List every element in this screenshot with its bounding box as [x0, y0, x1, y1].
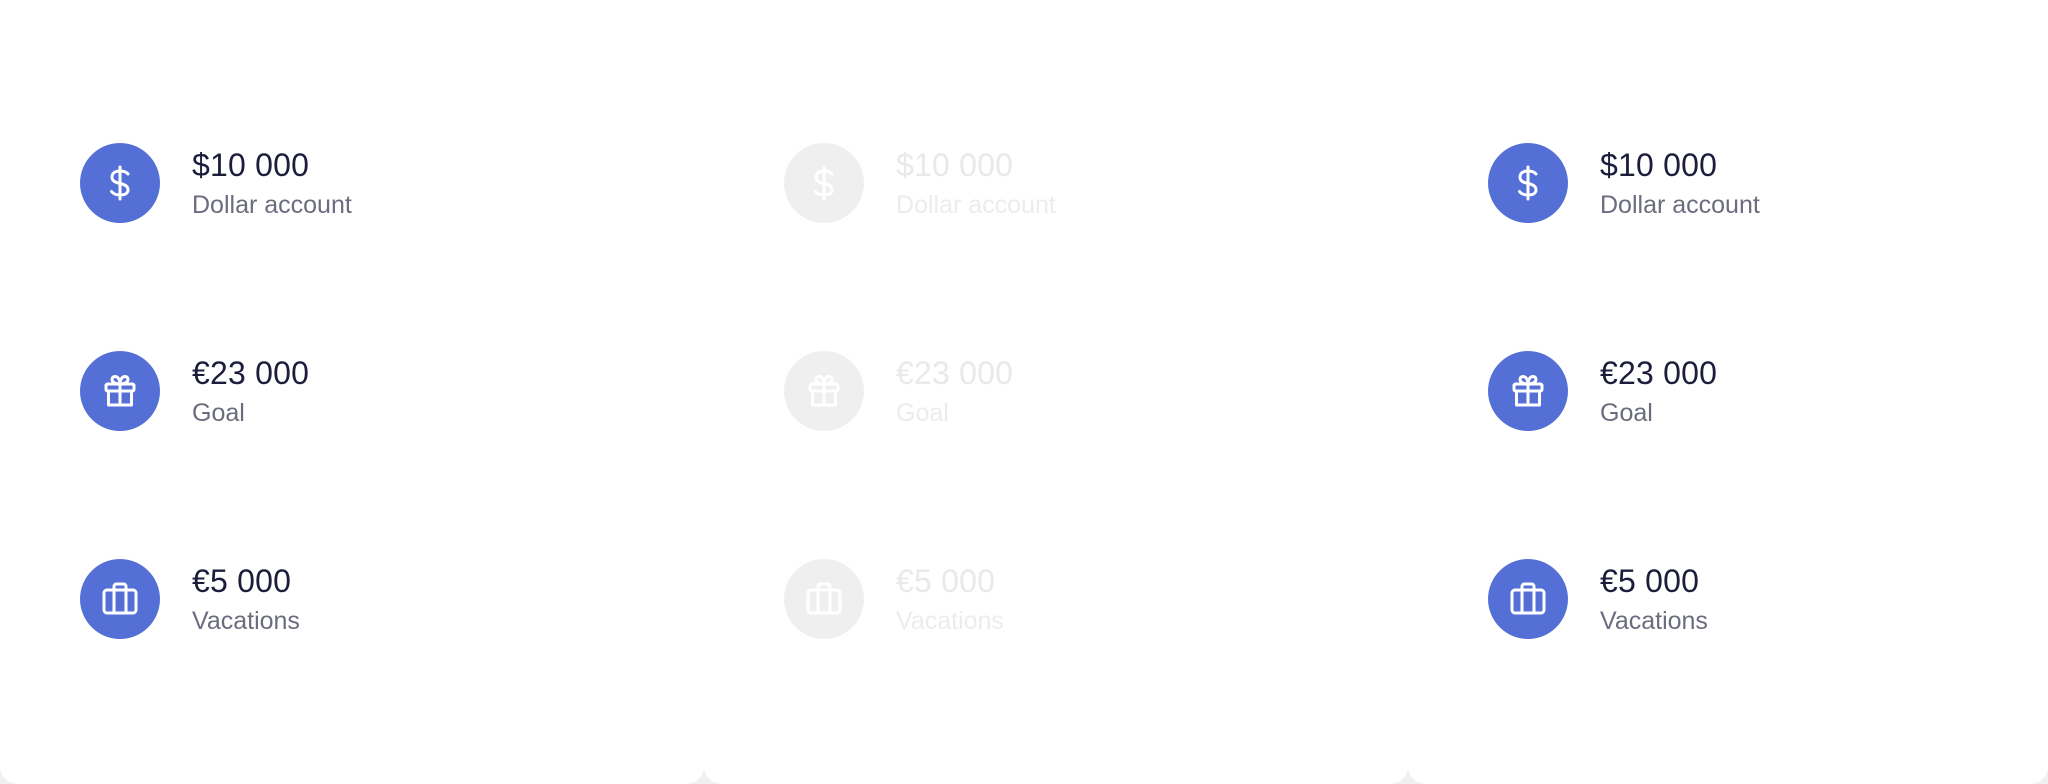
account-label: Vacations: [1600, 607, 1708, 635]
gift-icon-circle: [784, 351, 864, 431]
dollar-icon: [814, 165, 834, 201]
dollar-icon-circle: [784, 143, 864, 223]
account-amount: €23 000: [192, 355, 310, 391]
account-label: Vacations: [896, 607, 1004, 635]
account-item-dollar[interactable]: $10 000 Dollar account: [80, 143, 352, 223]
gift-icon: [1512, 375, 1544, 407]
account-amount: €23 000: [896, 355, 1014, 391]
dollar-icon-circle: [80, 143, 160, 223]
account-label: Vacations: [192, 607, 300, 635]
account-amount: €5 000: [896, 563, 996, 599]
account-item-goal[interactable]: €23 000 Goal: [1488, 351, 1717, 431]
gift-icon: [808, 375, 840, 407]
gift-icon-circle: [80, 351, 160, 431]
dollar-icon: [110, 165, 130, 201]
briefcase-icon-circle: [80, 559, 160, 639]
briefcase-icon-circle: [1488, 559, 1568, 639]
account-item-vacations[interactable]: €5 000 Vacations: [80, 559, 300, 639]
account-card-default: $10 000 Dollar account €23 000 Goal €5 0…: [1408, 0, 2048, 784]
account-label: Goal: [1600, 399, 1653, 427]
account-item-dollar[interactable]: $10 000 Dollar account: [1488, 143, 1760, 223]
account-card-disabled: $10 000 Dollar account €23 000 Goal €5 0…: [704, 0, 1408, 784]
briefcase-icon: [806, 582, 842, 615]
account-amount: $10 000: [192, 147, 310, 183]
gift-icon-circle: [1488, 351, 1568, 431]
account-amount: €5 000: [1600, 563, 1700, 599]
briefcase-icon: [1510, 582, 1546, 615]
account-item-goal: €23 000 Goal: [784, 351, 1013, 431]
gift-icon: [104, 375, 136, 407]
account-label: Dollar account: [192, 191, 352, 219]
account-item-goal[interactable]: €23 000 Goal: [80, 351, 309, 431]
dollar-icon: [1518, 165, 1538, 201]
account-item-vacations: €5 000 Vacations: [784, 559, 1004, 639]
account-amount: $10 000: [1600, 147, 1718, 183]
account-label: Dollar account: [896, 191, 1056, 219]
briefcase-icon-circle: [784, 559, 864, 639]
account-list-states: $10 000 Dollar account €23 000 Goal €5 0…: [0, 0, 2048, 784]
briefcase-icon: [102, 582, 138, 615]
account-amount: €5 000: [192, 563, 292, 599]
account-label: Dollar account: [1600, 191, 1760, 219]
account-label: Goal: [896, 399, 949, 427]
account-amount: $10 000: [896, 147, 1014, 183]
account-label: Goal: [192, 399, 245, 427]
account-amount: €23 000: [1600, 355, 1718, 391]
account-card-default: $10 000 Dollar account €23 000 Goal €5 0…: [0, 0, 704, 784]
account-item-dollar: $10 000 Dollar account: [784, 143, 1056, 223]
dollar-icon-circle: [1488, 143, 1568, 223]
account-item-vacations[interactable]: €5 000 Vacations: [1488, 559, 1708, 639]
